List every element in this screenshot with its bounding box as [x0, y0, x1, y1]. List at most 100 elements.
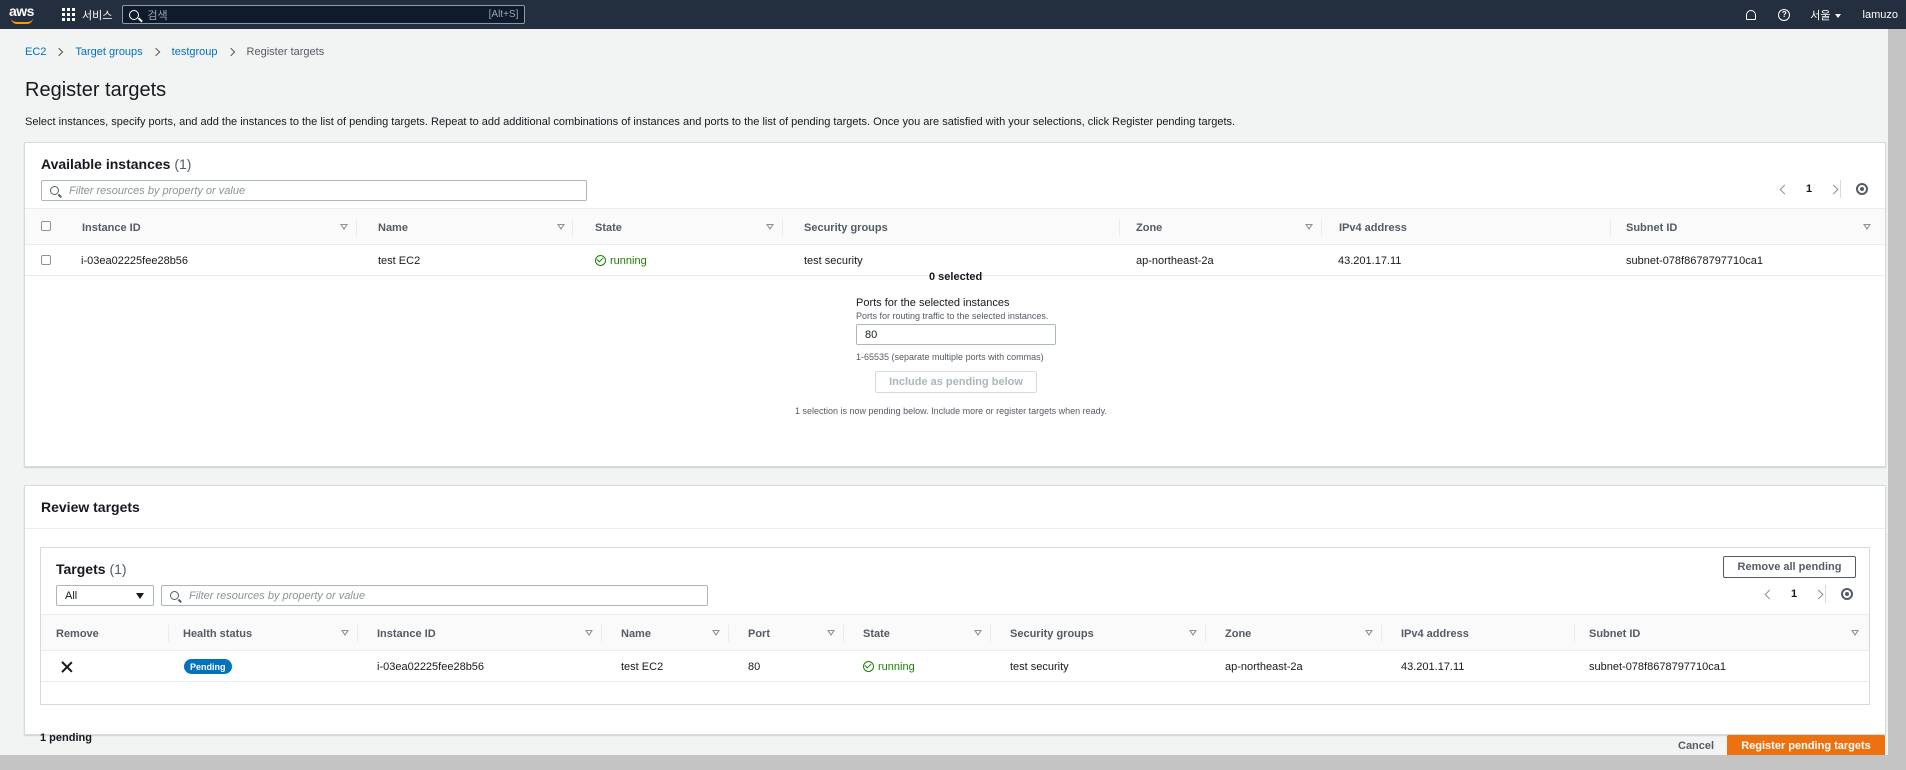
col-security-groups[interactable]: Security groups [804, 209, 888, 246]
ports-hint: 1-65535 (separate multiple ports with co… [856, 352, 1044, 362]
available-title-text: Available instances [41, 156, 171, 172]
services-grid-icon[interactable] [62, 8, 75, 21]
region-menu[interactable]: 서울 [1810, 7, 1841, 23]
register-pending-targets-button[interactable]: Register pending targets [1727, 735, 1885, 757]
state-text: running [878, 660, 915, 673]
sort-icon[interactable] [341, 630, 349, 636]
review-targets-panel: Review targets Targets (1) Remove all pe… [24, 485, 1886, 735]
sort-icon[interactable] [1863, 224, 1871, 230]
sort-icon[interactable] [1189, 630, 1197, 636]
sort-icon[interactable] [766, 224, 774, 230]
breadcrumb-target-groups[interactable]: Target groups [75, 46, 142, 58]
col-security-groups[interactable]: Security groups [1010, 615, 1094, 652]
services-menu[interactable]: 서비스 [82, 7, 112, 23]
review-targets-title: Review targets [41, 499, 140, 515]
col-state[interactable]: State [863, 615, 890, 652]
col-ipv4[interactable]: IPv4 address [1339, 209, 1407, 246]
targets-count: (1) [109, 561, 127, 577]
page-number[interactable]: 1 [1806, 183, 1812, 195]
ports-description: Ports for routing traffic to the selecte… [856, 311, 1049, 321]
search-icon [129, 9, 140, 20]
page-description: Select instances, specify ports, and add… [25, 116, 1236, 128]
page-number[interactable]: 1 [1791, 588, 1797, 600]
aws-logo[interactable]: aws [6, 0, 48, 29]
available-pager: 1 [1779, 183, 1839, 195]
status-select[interactable]: All [56, 585, 154, 606]
help-icon[interactable]: ? [1778, 8, 1791, 21]
col-zone[interactable]: Zone [1225, 615, 1251, 652]
bottom-edge [0, 755, 1888, 770]
col-name[interactable]: Name [621, 615, 651, 652]
top-nav: aws 서비스 검색 [Alt+S] ? 서울 lamuzo [0, 0, 1906, 29]
cancel-button[interactable]: Cancel [1678, 740, 1714, 752]
status-ok-icon [595, 255, 606, 266]
chevron-right-icon[interactable] [1813, 589, 1824, 599]
col-port[interactable]: Port [748, 615, 770, 652]
chevron-left-icon[interactable] [1779, 184, 1790, 194]
col-health-status[interactable]: Health status [183, 615, 252, 652]
gear-icon[interactable] [1856, 183, 1868, 195]
cell-name: test EC2 [378, 254, 421, 267]
col-divider [728, 625, 729, 642]
chevron-right-icon [151, 47, 160, 57]
sort-icon[interactable] [557, 224, 565, 230]
row-checkbox[interactable] [41, 255, 51, 265]
col-name[interactable]: Name [378, 209, 408, 246]
remove-all-pending-button[interactable]: Remove all pending [1723, 556, 1856, 578]
cell-state: running [595, 245, 647, 276]
targets-filter-input[interactable]: Filter resources by property or value [161, 585, 708, 606]
col-instance-id[interactable]: Instance ID [377, 615, 436, 652]
col-divider [1205, 625, 1206, 642]
status-badge: Pending [184, 659, 232, 674]
col-divider [1321, 219, 1322, 236]
chevron-left-icon[interactable] [1764, 589, 1775, 599]
cell-ipv4: 43.201.17.11 [1401, 660, 1465, 673]
user-menu[interactable]: lamuzo [1863, 9, 1898, 21]
sort-icon[interactable] [827, 630, 835, 636]
sort-icon[interactable] [712, 630, 720, 636]
sort-icon[interactable] [340, 224, 348, 230]
sort-icon[interactable] [1851, 630, 1859, 636]
cell-port: 80 [748, 660, 761, 673]
sort-icon[interactable] [1305, 224, 1313, 230]
col-subnet-id[interactable]: Subnet ID [1589, 615, 1640, 652]
cell-security-groups: test security [1010, 660, 1069, 673]
ports-input[interactable]: 80 [856, 324, 1056, 345]
available-filter-input[interactable]: Filter resources by property or value [41, 180, 587, 201]
bell-icon[interactable] [1746, 9, 1757, 20]
cell-zone: ap-northeast-2a [1225, 660, 1303, 673]
include-as-pending-button[interactable]: Include as pending below [875, 371, 1037, 393]
search-placeholder: 검색 [147, 9, 168, 22]
available-instances-panel: Available instances (1) Filter resources… [24, 142, 1886, 467]
sort-icon[interactable] [974, 630, 982, 636]
col-state[interactable]: State [595, 209, 622, 246]
breadcrumb-ec2[interactable]: EC2 [25, 46, 46, 58]
sort-icon[interactable] [585, 630, 593, 636]
col-divider [843, 625, 844, 642]
select-all-checkbox[interactable] [41, 221, 51, 231]
col-zone[interactable]: Zone [1136, 209, 1162, 246]
col-subnet-id[interactable]: Subnet ID [1626, 209, 1677, 246]
targets-pager: 1 [1764, 588, 1824, 600]
chevron-right-icon [55, 47, 64, 57]
col-divider [601, 625, 602, 642]
chevron-down-icon [136, 593, 144, 599]
col-divider [168, 625, 169, 642]
targets-container: Targets (1) Remove all pending All Filte… [40, 547, 1870, 705]
gear-icon[interactable] [1841, 588, 1853, 600]
global-search-input[interactable]: 검색 [Alt+S] [122, 5, 526, 24]
aws-logo-text: aws [9, 3, 34, 19]
search-icon [170, 591, 179, 600]
col-ipv4[interactable]: IPv4 address [1401, 615, 1469, 652]
chevron-right-icon[interactable] [1828, 184, 1839, 194]
nav-right: ? 서울 lamuzo [1746, 0, 1906, 29]
available-instances-title: Available instances (1) [41, 156, 191, 172]
col-remove: Remove [56, 627, 99, 640]
sort-icon[interactable] [1365, 630, 1373, 636]
divider [1840, 180, 1841, 198]
col-instance-id[interactable]: Instance ID [82, 209, 141, 246]
filter-placeholder: Filter resources by property or value [189, 589, 366, 602]
breadcrumb-testgroup[interactable]: testgroup [172, 46, 218, 58]
close-icon[interactable] [61, 661, 73, 673]
scrollbar-track[interactable] [1888, 29, 1906, 770]
